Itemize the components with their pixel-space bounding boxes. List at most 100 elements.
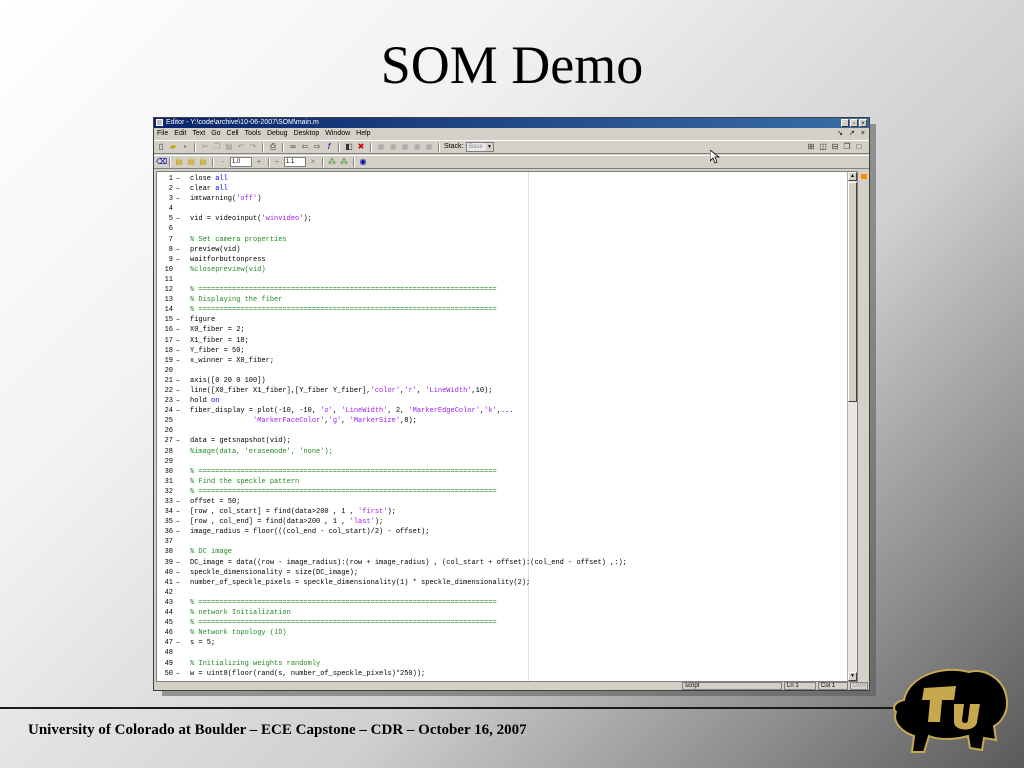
code-line[interactable]: 39– DC_image = data((row - image_radius):…	[157, 558, 847, 568]
copy-icon[interactable]: ❐	[212, 142, 222, 152]
code-line[interactable]: 2– clear all	[157, 184, 847, 194]
scroll-down-icon[interactable]: ▼	[848, 672, 857, 681]
breakpoint-dash[interactable]: –	[176, 346, 180, 356]
code-line[interactable]: 41– number_of_speckle_pixels = speckle_di…	[157, 578, 847, 588]
code-line[interactable]: 21– axis([0 20 0 100])	[157, 376, 847, 386]
exit-debug-icon[interactable]: ▣	[424, 142, 434, 152]
code-line[interactable]: 47– s = 5;	[157, 638, 847, 648]
breakpoint-dash[interactable]: –	[176, 568, 180, 578]
breakpoint-dash[interactable]: –	[176, 194, 180, 204]
forward-icon[interactable]: ⇨	[312, 142, 322, 152]
find-binoculars-icon[interactable]: ∞	[288, 142, 298, 152]
increment-value-input[interactable]: 1.0	[230, 157, 252, 167]
breakpoint-dash[interactable]: –	[176, 406, 180, 416]
code-editor[interactable]: 1– close all 2– clear all 3– imtwarning('off'…	[156, 171, 858, 682]
code-line[interactable]: 4	[157, 204, 847, 214]
function-icon[interactable]: f	[324, 142, 334, 152]
code-line[interactable]: 40– speckle_dimensionality = size(DC_imag…	[157, 568, 847, 578]
eval-file-icon[interactable]: ▤	[198, 157, 208, 167]
close-doc-icon[interactable]: ×	[861, 130, 865, 137]
code-line[interactable]: 48	[157, 648, 847, 658]
code-line[interactable]: 36– image_radius = floor(((col_end - col_…	[157, 527, 847, 537]
code-line[interactable]: 49 % Initializing weights randomly	[157, 659, 847, 669]
code-line[interactable]: 17– X1_fiber = 18;	[157, 336, 847, 346]
code-line[interactable]: 13 % Displaying the fiber	[157, 295, 847, 305]
paste-icon[interactable]: ▤	[224, 142, 234, 152]
code-line[interactable]: 15– figure	[157, 315, 847, 325]
minimize-icon[interactable]: _	[841, 119, 849, 127]
maximize-icon[interactable]: ▫	[850, 119, 858, 127]
code-line[interactable]: 43 % ====================================…	[157, 598, 847, 608]
step-in-icon[interactable]: ▣	[388, 142, 398, 152]
code-line[interactable]: 3– imtwarning('off')	[157, 194, 847, 204]
mlint-status-indicator[interactable]	[861, 174, 867, 179]
menu-cell[interactable]: Cell	[224, 129, 242, 139]
undock-icon[interactable]: ↗	[849, 130, 855, 137]
step-icon[interactable]: ▣	[376, 142, 386, 152]
breakpoint-dash[interactable]: –	[176, 336, 180, 346]
code-line[interactable]: 9– waitforbuttonpress	[157, 255, 847, 265]
breakpoint-dash[interactable]: –	[176, 325, 180, 335]
breakpoint-dash[interactable]: –	[176, 517, 180, 527]
code-line[interactable]: 8– preview(vid)	[157, 245, 847, 255]
code-line[interactable]: 18– Y_fiber = 50;	[157, 346, 847, 356]
code-line[interactable]: 27– data = getsnapshot(vid);	[157, 436, 847, 446]
menu-desktop[interactable]: Desktop	[291, 129, 323, 139]
breakpoint-dash[interactable]: –	[176, 507, 180, 517]
menu-window[interactable]: Window	[322, 129, 353, 139]
tile-columns-icon[interactable]: ◫	[818, 142, 828, 152]
close-icon[interactable]: ×	[859, 119, 867, 127]
breakpoint-dash[interactable]: –	[176, 214, 180, 224]
code-line[interactable]: 22– line([X0_fiber X1_fiber],[Y_fiber Y_f…	[157, 386, 847, 396]
vertical-scrollbar[interactable]: ▲ ▼	[847, 172, 857, 681]
code-line[interactable]: 20	[157, 366, 847, 376]
code-line[interactable]: 29	[157, 457, 847, 467]
menu-go[interactable]: Go	[208, 129, 223, 139]
divide-button[interactable]: ÷	[272, 157, 282, 167]
code-line[interactable]: 50– w = uint8(floor(rand(s, number_of_spe…	[157, 669, 847, 679]
code-line[interactable]: 42	[157, 588, 847, 598]
breakpoint-dash[interactable]: –	[176, 558, 180, 568]
menu-tools[interactable]: Tools	[242, 129, 264, 139]
code-line[interactable]: 26	[157, 426, 847, 436]
tile-grid-icon[interactable]: ⊞	[806, 142, 816, 152]
increment-button[interactable]: +	[254, 157, 264, 167]
title-bar[interactable]: Editor - Y:\code\archive\10-06-2007\SOM\…	[154, 118, 869, 128]
scroll-up-icon[interactable]: ▲	[848, 172, 857, 181]
code-line[interactable]: 45 % ====================================…	[157, 618, 847, 628]
dock-icon[interactable]: ↘	[837, 130, 843, 137]
cascade-icon[interactable]: ❐	[842, 142, 852, 152]
code-line[interactable]: 23– hold on	[157, 396, 847, 406]
cell-show-icon[interactable]: ⁂	[327, 157, 337, 167]
breakpoint-dash[interactable]: –	[176, 396, 180, 406]
decrement-button[interactable]: -	[218, 157, 228, 167]
code-line[interactable]: 35– [row , col_end] = find(data>200 , 1 ,…	[157, 517, 847, 527]
publish-icon[interactable]: ◉	[358, 157, 368, 167]
code-line[interactable]: 25 'MarkerFaceColor','g', 'MarkerSize',8…	[157, 416, 847, 426]
code-line[interactable]: 14 % ====================================…	[157, 305, 847, 315]
breakpoint-dash[interactable]: –	[176, 376, 180, 386]
breakpoint-dash[interactable]: –	[176, 356, 180, 366]
code-line[interactable]: 5– vid = videoinput('winvideo');	[157, 214, 847, 224]
eraser-icon[interactable]: ⌫	[156, 157, 167, 167]
code-line[interactable]: 12 % ====================================…	[157, 285, 847, 295]
breakpoint-dash[interactable]: –	[176, 174, 180, 184]
breakpoint-dash[interactable]: –	[176, 315, 180, 325]
menu-debug[interactable]: Debug	[264, 129, 291, 139]
undo-icon[interactable]: ↶	[236, 142, 246, 152]
clear-breakpoints-icon[interactable]: ✖	[356, 142, 366, 152]
breakpoint-dash[interactable]: –	[176, 527, 180, 537]
breakpoint-dash[interactable]: –	[176, 255, 180, 265]
menu-edit[interactable]: Edit	[171, 129, 189, 139]
menu-text[interactable]: Text	[189, 129, 208, 139]
eval-cell-advance-icon[interactable]: ▤	[186, 157, 196, 167]
print-icon[interactable]: ⎙	[268, 142, 278, 152]
code-line[interactable]: 34– [row , col_start] = find(data>200 , 1…	[157, 507, 847, 517]
code-line[interactable]: 28 %image(data, 'erasemode', 'none');	[157, 447, 847, 457]
code-line[interactable]: 37	[157, 537, 847, 547]
multiply-button[interactable]: ×	[308, 157, 318, 167]
code-line[interactable]: 33– offset = 50;	[157, 497, 847, 507]
scroll-thumb[interactable]	[848, 182, 857, 402]
code-line[interactable]: 44 % network Initialization	[157, 608, 847, 618]
code-line[interactable]: 19– x_winner = X0_fiber;	[157, 356, 847, 366]
